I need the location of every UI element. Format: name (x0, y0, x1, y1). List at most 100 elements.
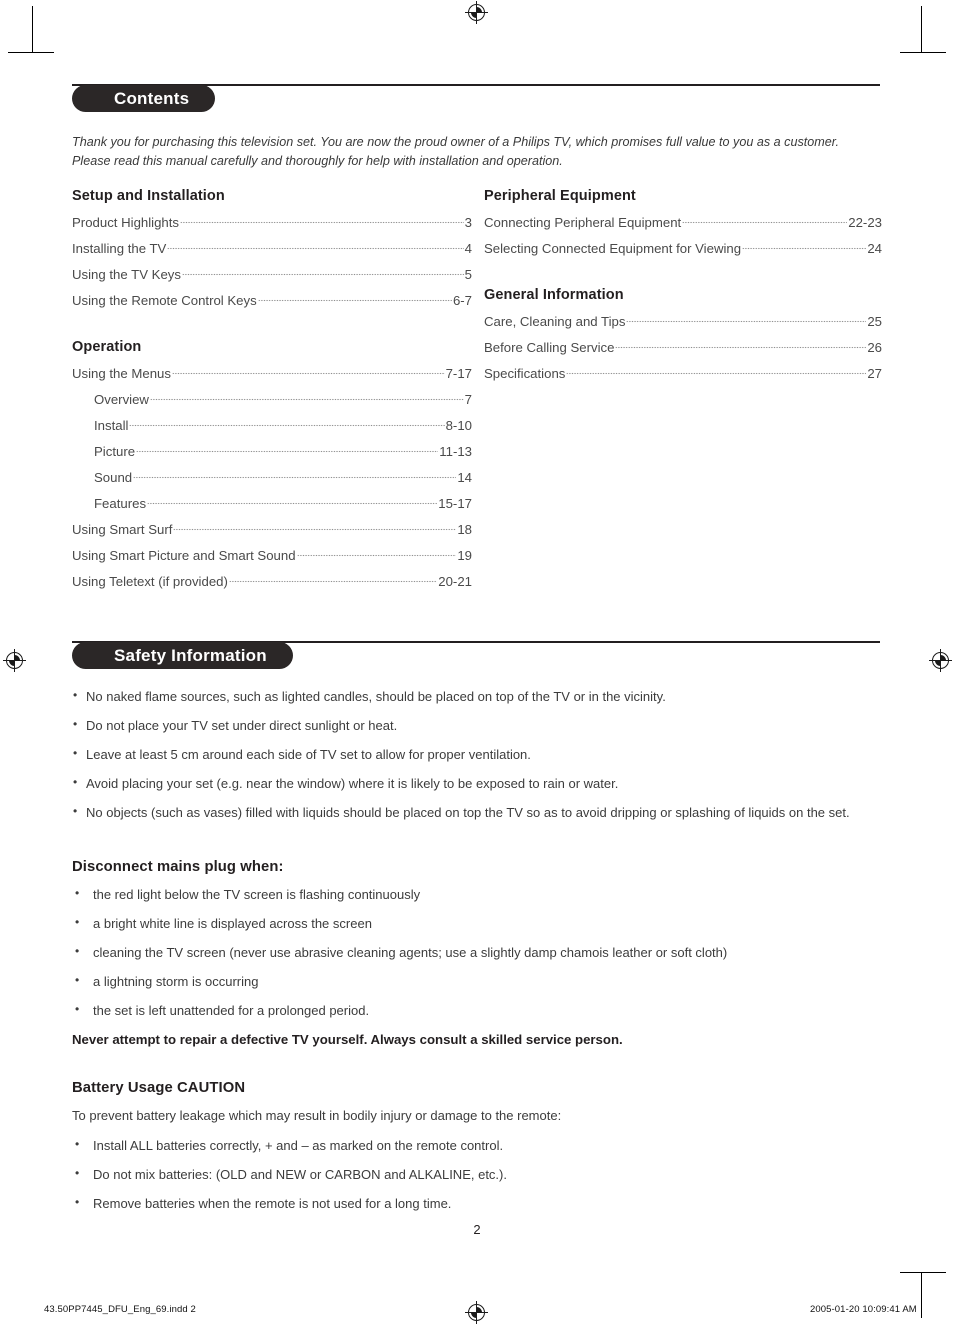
safety-bullet-list: No naked flame sources, such as lighted … (72, 687, 884, 821)
print-file-name: 43.50PP7445_DFU_Eng_69.indd 2 (44, 1304, 196, 1315)
toc-entry-page: 3 (464, 215, 472, 230)
toc-entry-page: 19 (457, 548, 472, 563)
toc-entry-page: 7-17 (445, 366, 472, 381)
toc-column-left: Setup and Installation Product Highlights… (72, 188, 472, 589)
toc-leader-dots (742, 244, 867, 253)
toc-entry-page: 7 (464, 392, 472, 407)
toc-entry-page: 4 (464, 241, 472, 256)
toc-leader-dots (180, 218, 464, 227)
disconnect-heading: Disconnect mains plug when: (72, 859, 284, 875)
toc-entry-label: Installing the TV (72, 241, 167, 256)
toc-leader-dots (129, 421, 445, 430)
toc-group-title: Operation (72, 339, 142, 355)
toc-group: Setup and Installation Product Highlights… (72, 188, 472, 308)
toc-leader-dots (136, 447, 439, 456)
toc-leader-dots (566, 369, 867, 378)
toc-entry-label: Install (94, 418, 129, 433)
toc-entry-label: Before Calling Service (484, 340, 615, 355)
toc-entry-label: Using Smart Picture and Smart Sound (72, 548, 296, 563)
bullet-item: a lightning storm is occurring (72, 972, 884, 990)
toc-leader-dots (133, 473, 457, 482)
bullet-item: Avoid placing your set (e.g. near the wi… (72, 774, 884, 792)
toc-entry-page: 14 (457, 470, 472, 485)
toc-group: General Information Care, Cleaning and Ti… (484, 287, 882, 381)
toc-entry-label: Product Highlights (72, 215, 180, 230)
toc-group: Operation Using the Menus 7-17 Overview 7 Ins… (72, 339, 472, 589)
toc-entry-page: 27 (867, 366, 882, 381)
toc-leader-dots (181, 270, 464, 279)
toc-entry[interactable]: Overview 7 (72, 392, 472, 407)
toc-entry-label: Selecting Connected Equipment for Viewin… (484, 241, 742, 256)
toc-group-title: General Information (484, 287, 624, 303)
manual-page: Contents Thank you for purchasing this t… (0, 0, 954, 1324)
toc-entry[interactable]: Specifications 27 (484, 366, 882, 381)
bullet-item: the red light below the TV screen is fla… (72, 885, 884, 903)
toc-entry[interactable]: Before Calling Service 26 (484, 340, 882, 355)
toc-entry-page: 22-23 (848, 215, 882, 230)
toc-entry-label: Connecting Peripheral Equipment (484, 215, 682, 230)
safety-heading: Safety Information (72, 642, 293, 669)
toc-entry[interactable]: Selecting Connected Equipment for Viewin… (484, 241, 882, 256)
safety-section-header: Safety Information (72, 641, 880, 669)
battery-heading: Battery Usage CAUTION (72, 1080, 246, 1096)
toc-entry[interactable]: Connecting Peripheral Equipment 22-23 (484, 215, 882, 230)
toc-entry[interactable]: Installing the TV 4 (72, 241, 472, 256)
toc-leader-dots (257, 296, 452, 305)
toc-entry-page: 6-7 (452, 293, 472, 308)
toc-entry-page: 5 (464, 267, 472, 282)
toc-entry[interactable]: Using the Remote Control Keys 6-7 (72, 293, 472, 308)
toc-entry[interactable]: Using Teletext (if provided) 20-21 (72, 574, 472, 589)
toc-entry[interactable]: Install 8-10 (72, 418, 472, 433)
toc-entry[interactable]: Using the Menus 7-17 (72, 366, 472, 381)
contents-heading: Contents (72, 85, 216, 112)
bullet-item: Do not place your TV set under direct su… (72, 716, 884, 734)
print-timestamp: 2005-01-20 10:09:41 AM (810, 1304, 917, 1315)
toc-entry-label: Using the TV Keys (72, 267, 181, 282)
bullet-item: Install ALL batteries correctly, + and –… (72, 1136, 884, 1154)
toc-group-title: Setup and Installation (72, 188, 225, 204)
toc-leader-dots (682, 218, 848, 227)
bullet-item: the set is left unattended for a prolong… (72, 1001, 884, 1019)
bullet-item: cleaning the TV screen (never use abrasi… (72, 943, 884, 961)
toc-entry-label: Picture (94, 444, 136, 459)
battery-intro: To prevent battery leakage which may res… (72, 1108, 562, 1123)
toc-leader-dots (296, 551, 457, 560)
battery-bullet-list: Install ALL batteries correctly, + and –… (72, 1136, 884, 1212)
toc-entry-label: Sound (94, 470, 133, 485)
toc-entry[interactable]: Picture 11-13 (72, 444, 472, 459)
toc-entry-page: 24 (867, 241, 882, 256)
toc-entry-label: Care, Cleaning and Tips (484, 314, 626, 329)
toc-entry[interactable]: Care, Cleaning and Tips 25 (484, 314, 882, 329)
toc-entry-page: 15-17 (438, 496, 472, 511)
contents-section-header: Contents (72, 84, 880, 112)
toc-leader-dots (173, 525, 457, 534)
toc-entry-page: 26 (867, 340, 882, 355)
toc-entry-label: Using the Remote Control Keys (72, 293, 257, 308)
toc-leader-dots (149, 395, 464, 404)
toc-entry[interactable]: Using Smart Surf 18 (72, 522, 472, 537)
toc-leader-dots (228, 577, 438, 586)
bullet-item: Leave at least 5 cm around each side of … (72, 745, 884, 763)
intro-line-1: Thank you for purchasing this television… (72, 135, 839, 149)
intro-paragraph: Thank you for purchasing this television… (72, 133, 882, 171)
bullet-item: No naked flame sources, such as lighted … (72, 687, 884, 705)
toc-column-right: Peripheral Equipment Connecting Periphera… (484, 188, 882, 381)
bullet-item: a bright white line is displayed across … (72, 914, 884, 932)
toc-entry[interactable]: Product Highlights 3 (72, 215, 472, 230)
toc-entry[interactable]: Features 15-17 (72, 496, 472, 511)
toc-leader-dots (167, 244, 464, 253)
toc-entry[interactable]: Using Smart Picture and Smart Sound 19 (72, 548, 472, 563)
toc-entry-label: Using the Menus (72, 366, 171, 381)
page-number: 2 (473, 1222, 481, 1237)
bullet-item: Do not mix batteries: (OLD and NEW or CA… (72, 1165, 884, 1183)
toc-entry-label: Using Smart Surf (72, 522, 173, 537)
toc-entry-label: Overview (94, 392, 149, 407)
disconnect-bullet-list: the red light below the TV screen is fla… (72, 885, 884, 1019)
toc-entry-page: 20-21 (438, 574, 472, 589)
intro-line-2: Please read this manual carefully and th… (72, 154, 563, 168)
toc-leader-dots (626, 317, 867, 326)
toc-entry[interactable]: Using the TV Keys 5 (72, 267, 472, 282)
toc-leader-dots (615, 343, 867, 352)
toc-entry[interactable]: Sound 14 (72, 470, 472, 485)
toc-group: Peripheral Equipment Connecting Periphera… (484, 188, 882, 256)
